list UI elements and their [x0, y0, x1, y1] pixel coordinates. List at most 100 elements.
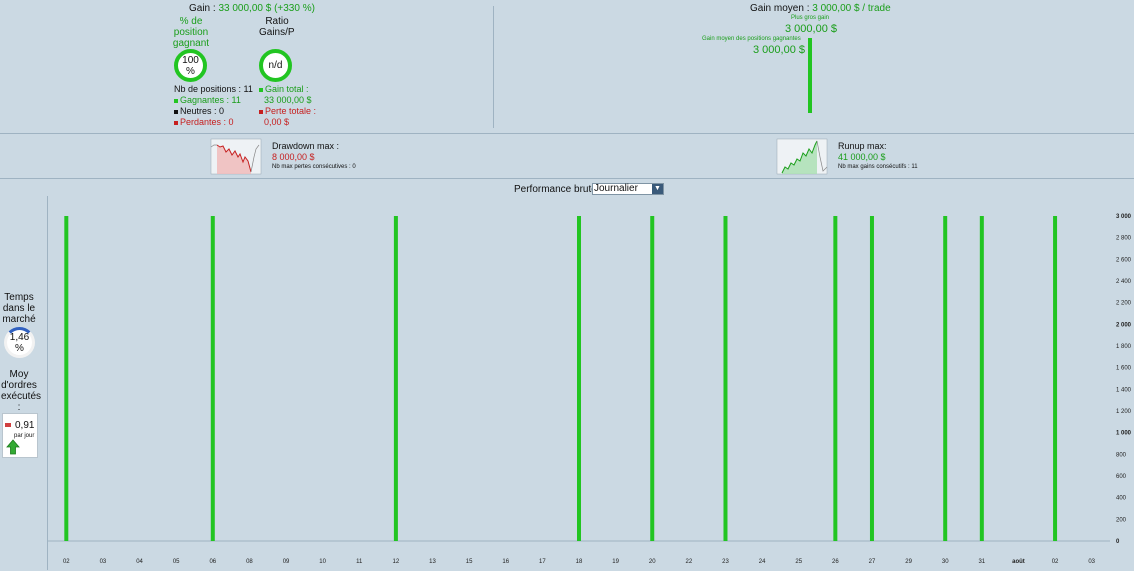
- x-tick-label: 16: [502, 559, 509, 565]
- x-tick-label: 04: [136, 559, 143, 565]
- x-tick-label: 31: [978, 559, 985, 565]
- x-tick-label: 03: [1088, 559, 1095, 565]
- orders-label-line: d'ordres: [1, 380, 37, 391]
- y-tick-label: 200: [1116, 517, 1127, 523]
- positions-count: Nb de positions : 11: [174, 84, 253, 94]
- y-tick-label: 400: [1116, 496, 1127, 502]
- runup-sub: Nb max gains consécutifs : 11: [838, 164, 918, 170]
- y-tick-label: 2 200: [1116, 301, 1132, 307]
- gain-value: 33 000,00 $ (+330 %): [218, 3, 315, 14]
- total-loss-label: Perte totale :: [265, 106, 317, 116]
- y-tick-label: 1 000: [1116, 431, 1132, 437]
- y-tick-label: 1 800: [1116, 344, 1132, 350]
- runup-value: 41 000,00 $: [838, 152, 886, 162]
- x-tick-label: 05: [173, 559, 180, 565]
- x-tick-label: 13: [429, 559, 436, 565]
- section-divider: [0, 133, 1134, 134]
- x-tick-label: 03: [100, 559, 107, 565]
- performance-bar: [723, 216, 728, 541]
- y-tick-label: 2 800: [1116, 236, 1132, 242]
- y-tick-label: 1 200: [1116, 409, 1132, 415]
- performance-label: Performance brute: [514, 184, 597, 195]
- x-tick-label: 26: [832, 559, 839, 565]
- y-tick-label: 600: [1116, 474, 1127, 480]
- drawdown-label: Drawdown max :: [272, 141, 340, 151]
- x-tick-label: 18: [576, 559, 583, 565]
- avg-gain-summary: Gain moyen : 3 000,00 $ / trade: [750, 3, 891, 14]
- x-tick-label: 11: [356, 559, 363, 565]
- x-tick-label: 02: [1052, 559, 1059, 565]
- losers-marker: [174, 120, 178, 125]
- x-tick-label: 06: [209, 559, 216, 565]
- winning-pct-gauge: 100 %: [174, 49, 207, 82]
- market-time-value: 1,46 %: [9, 331, 30, 354]
- avg-winning-label: Gain moyen des positions gagnantes: [702, 36, 801, 42]
- orders-label-line: :: [17, 402, 21, 413]
- x-tick-label: 08: [246, 559, 253, 565]
- performance-bar: [979, 216, 984, 541]
- avg-gain-bar: [808, 38, 812, 113]
- total-loss-value: 0,00 $: [264, 117, 290, 127]
- neutrals-count: Neutres : 0: [180, 106, 225, 116]
- performance-bar: [650, 216, 655, 541]
- avg-gain-label: Gain moyen :: [750, 3, 810, 14]
- market-time-label-line: Temps: [4, 292, 34, 303]
- calendar-icon: [5, 423, 11, 427]
- performance-bar: [869, 216, 874, 541]
- market-time-label: Temps dans le marché: [1, 292, 37, 325]
- gain-summary: Gain : 33 000,00 $ (+330 %): [189, 3, 315, 14]
- performance-bar: [1053, 216, 1058, 541]
- orders-value: 0,91: [15, 420, 35, 431]
- x-tick-label: 17: [539, 559, 546, 565]
- x-tick-label: 02: [63, 559, 70, 565]
- total-gain-label: Gain total :: [265, 84, 309, 94]
- x-tick-label: 23: [722, 559, 729, 565]
- total-gain-marker: [259, 87, 263, 92]
- winning-pct-label-line: % de: [179, 16, 203, 27]
- winners-count: Gagnantes : 11: [180, 95, 241, 105]
- x-tick-label: août: [1012, 559, 1025, 565]
- market-time-gauge: 1,46 %: [4, 327, 35, 358]
- x-tick-label: 25: [795, 559, 802, 565]
- winning-pct-label-line: gagnant: [172, 38, 210, 49]
- x-tick-label: 24: [759, 559, 766, 565]
- biggest-gain-label: Plus gros gain: [791, 15, 830, 21]
- winners-marker: [174, 98, 178, 103]
- orders-card: 0,91 par jour: [2, 413, 38, 458]
- performance-bar: [64, 216, 69, 541]
- y-tick-label: 1 400: [1116, 387, 1132, 393]
- section-divider: [0, 178, 1134, 179]
- y-tick-label: 800: [1116, 452, 1127, 458]
- runup-block: Runup max: 41 000,00 $ Nb max gains cons…: [838, 141, 918, 171]
- summary-divider: [493, 6, 494, 128]
- winning-pct-label: % de position gagnant: [168, 16, 214, 49]
- performance-chart-svg: 0 200 400 600 800 1 000 1 200 1 400 1 600 1 800 2 …: [48, 214, 1132, 565]
- market-time-label-line: marché: [2, 314, 36, 325]
- ratio-gauge: n/d: [259, 49, 292, 82]
- ratio-label: Ratio Gains/Pe: [259, 16, 295, 38]
- arrow-up-icon: [6, 439, 20, 455]
- orders-label: Moy d'ordres exécutés :: [1, 369, 42, 413]
- drawdown-sub: Nb max pertes consécutives : 0: [272, 164, 356, 170]
- y-tick-label: 2 600: [1116, 257, 1132, 263]
- performance-bar: [833, 216, 838, 541]
- x-tick-label: 19: [612, 559, 619, 565]
- total-loss-marker: [259, 109, 263, 114]
- positions-block: Nb de positions : 11 Gagnantes : 11 Neut…: [174, 84, 253, 128]
- performance-chart: 0 200 400 600 800 1 000 1 200 1 400 1 600 1 800 2 …: [47, 196, 1132, 570]
- total-gain-value: 33 000,00 $: [264, 95, 312, 105]
- chevron-down-icon[interactable]: ▼: [652, 184, 663, 194]
- performance-bar: [577, 216, 581, 541]
- period-selected: Journalier: [594, 183, 638, 194]
- x-tick-label: 29: [905, 559, 912, 565]
- drawdown-chart: [206, 137, 266, 176]
- orders-label-line: exécutés: [1, 391, 42, 402]
- x-tick-label: 09: [283, 559, 290, 565]
- x-tick-label: 15: [466, 559, 473, 565]
- x-tick-label: 30: [942, 559, 949, 565]
- avg-winning-value: 3 000,00 $: [753, 44, 805, 56]
- period-dropdown[interactable]: Journalier ▼: [592, 183, 664, 195]
- y-tick-label: 3 000: [1116, 214, 1132, 220]
- performance-bar: [943, 216, 948, 541]
- runup-chart: [772, 137, 832, 176]
